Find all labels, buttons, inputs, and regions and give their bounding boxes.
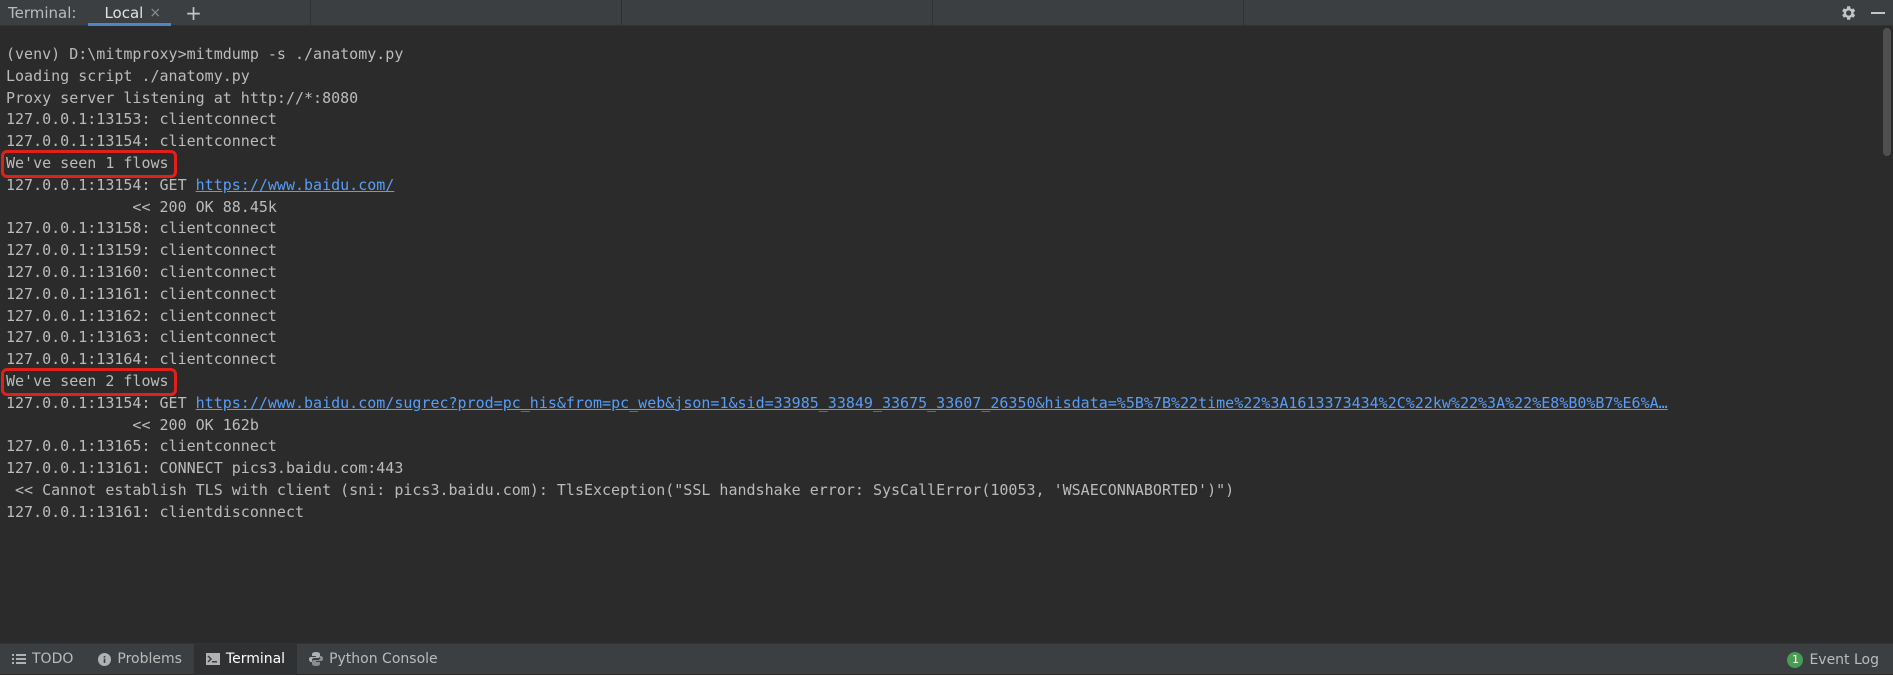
info-icon [97, 652, 111, 666]
terminal-line: 127.0.0.1:13160: clientconnect [6, 262, 1876, 284]
terminal-line-text: Loading script ./anatomy.py [6, 66, 250, 85]
terminal-line: 127.0.0.1:13153: clientconnect [6, 109, 1876, 131]
tool-todo-label: TODO [32, 651, 74, 667]
tool-todo[interactable]: TODO [0, 644, 85, 675]
terminal-line-text: 127.0.0.1:13161: CONNECT pics3.baidu.com… [6, 459, 404, 478]
tool-terminal[interactable]: Terminal [193, 643, 298, 675]
terminal-line-text: 127.0.0.1:13164: clientconnect [6, 350, 277, 369]
terminal-line: << Cannot establish TLS with client (sni… [6, 480, 1876, 502]
python-icon [309, 652, 324, 666]
add-tab-button[interactable]: + [185, 3, 202, 23]
terminal-line-text: 127.0.0.1:13160: clientconnect [6, 262, 277, 281]
terminal-line-text: (venv) D:\mitmproxy>mitmdump -s ./anatom… [6, 45, 404, 63]
terminal-output[interactable]: (venv) D:\mitmproxy>mitmdump -s ./anatom… [0, 44, 1876, 644]
list-icon [12, 652, 26, 666]
terminal-line: 127.0.0.1:13161: CONNECT pics3.baidu.com… [6, 458, 1876, 480]
terminal-line-prefix: 127.0.0.1:13154: GET [6, 175, 196, 194]
divider [310, 0, 311, 26]
event-log-badge: 1 [1787, 651, 1804, 668]
terminal-title: Terminal: [8, 3, 77, 22]
tool-problems[interactable]: Problems [85, 644, 194, 675]
event-log-button[interactable]: 1 Event Log [1787, 644, 1879, 675]
terminal-line-text: Proxy server listening at http://*:8080 [6, 88, 359, 107]
terminal-line: << 200 OK 88.45k [6, 197, 1876, 219]
terminal-line-text: 127.0.0.1:13159: clientconnect [6, 241, 277, 260]
terminal-line: 127.0.0.1:13161: clientconnect [6, 284, 1876, 306]
terminal-line: Loading script ./anatomy.py [6, 66, 1876, 88]
terminal-url-link[interactable]: https://www.baidu.com/ [196, 176, 395, 194]
terminal-url-link[interactable]: https://www.baidu.com/sugrec?prod=pc_his… [196, 394, 1668, 412]
terminal-line: 127.0.0.1:13161: clientdisconnect [6, 502, 1876, 524]
highlighted-flow-count: We've seen 1 flows [1, 150, 177, 178]
tool-python-console-label: Python Console [329, 651, 438, 667]
terminal-line-text: 127.0.0.1:13153: clientconnect [6, 110, 277, 129]
terminal-line: 127.0.0.1:13164: clientconnect [6, 349, 1876, 371]
terminal-line: 127.0.0.1:13165: clientconnect [6, 436, 1876, 458]
scrollbar[interactable] [1883, 28, 1891, 156]
terminal-tab-bar: Terminal: Local × + [0, 0, 1893, 26]
terminal-line: << 200 OK 162b [6, 415, 1876, 437]
terminal-line: Proxy server listening at http://*:8080 [6, 88, 1876, 110]
terminal-line-text: 127.0.0.1:13165: clientconnect [6, 437, 277, 456]
terminal-line: We've seen 1 flows [1, 150, 1876, 178]
terminal-line: (venv) D:\mitmproxy>mitmdump -s ./anatom… [6, 44, 1876, 66]
gear-icon[interactable] [1839, 4, 1857, 22]
terminal-line: 127.0.0.1:13154: GET https://www.baidu.c… [6, 175, 1876, 197]
terminal-line-prefix: 127.0.0.1:13154: GET [6, 393, 196, 412]
minimize-icon[interactable] [1871, 12, 1885, 14]
terminal-line: 127.0.0.1:13154: clientconnect [6, 131, 1876, 153]
highlighted-flow-count: We've seen 2 flows [1, 367, 177, 396]
divider [1243, 0, 1244, 26]
terminal-icon [205, 652, 220, 666]
tool-window-bar: TODO Problems Terminal Python Console 1 … [0, 643, 1893, 675]
terminal-line: 127.0.0.1:13163: clientconnect [6, 327, 1876, 349]
close-icon[interactable]: × [149, 5, 161, 21]
terminal-line-text: 127.0.0.1:13158: clientconnect [6, 219, 277, 238]
tool-terminal-label: Terminal [225, 651, 286, 667]
terminal-line: 127.0.0.1:13159: clientconnect [6, 240, 1876, 262]
terminal-line-text: << Cannot establish TLS with client (sni… [6, 480, 1235, 499]
terminal-line: 127.0.0.1:13158: clientconnect [6, 218, 1876, 240]
terminal-line-text: 127.0.0.1:13161: clientconnect [6, 284, 277, 303]
terminal-line: 127.0.0.1:13162: clientconnect [6, 306, 1876, 328]
terminal-line-text: 127.0.0.1:13163: clientconnect [6, 328, 277, 347]
divider [621, 0, 622, 26]
tool-problems-label: Problems [117, 651, 182, 667]
event-log-label: Event Log [1809, 651, 1879, 668]
terminal-line: We've seen 2 flows [1, 367, 1876, 396]
tab-local[interactable]: Local × [88, 0, 172, 26]
terminal-line: 127.0.0.1:13154: GET https://www.baidu.c… [6, 393, 1876, 415]
terminal-line-text: 127.0.0.1:13154: clientconnect [6, 132, 277, 151]
terminal-line-text: << 200 OK 162b [6, 415, 259, 434]
terminal-line-text: << 200 OK 88.45k [6, 197, 277, 216]
tool-python-console[interactable]: Python Console [297, 644, 450, 675]
terminal-line-text: 127.0.0.1:13162: clientconnect [6, 306, 277, 325]
terminal-line-text: 127.0.0.1:13161: clientdisconnect [6, 502, 305, 521]
tab-local-label: Local [104, 3, 144, 22]
divider [932, 0, 933, 26]
